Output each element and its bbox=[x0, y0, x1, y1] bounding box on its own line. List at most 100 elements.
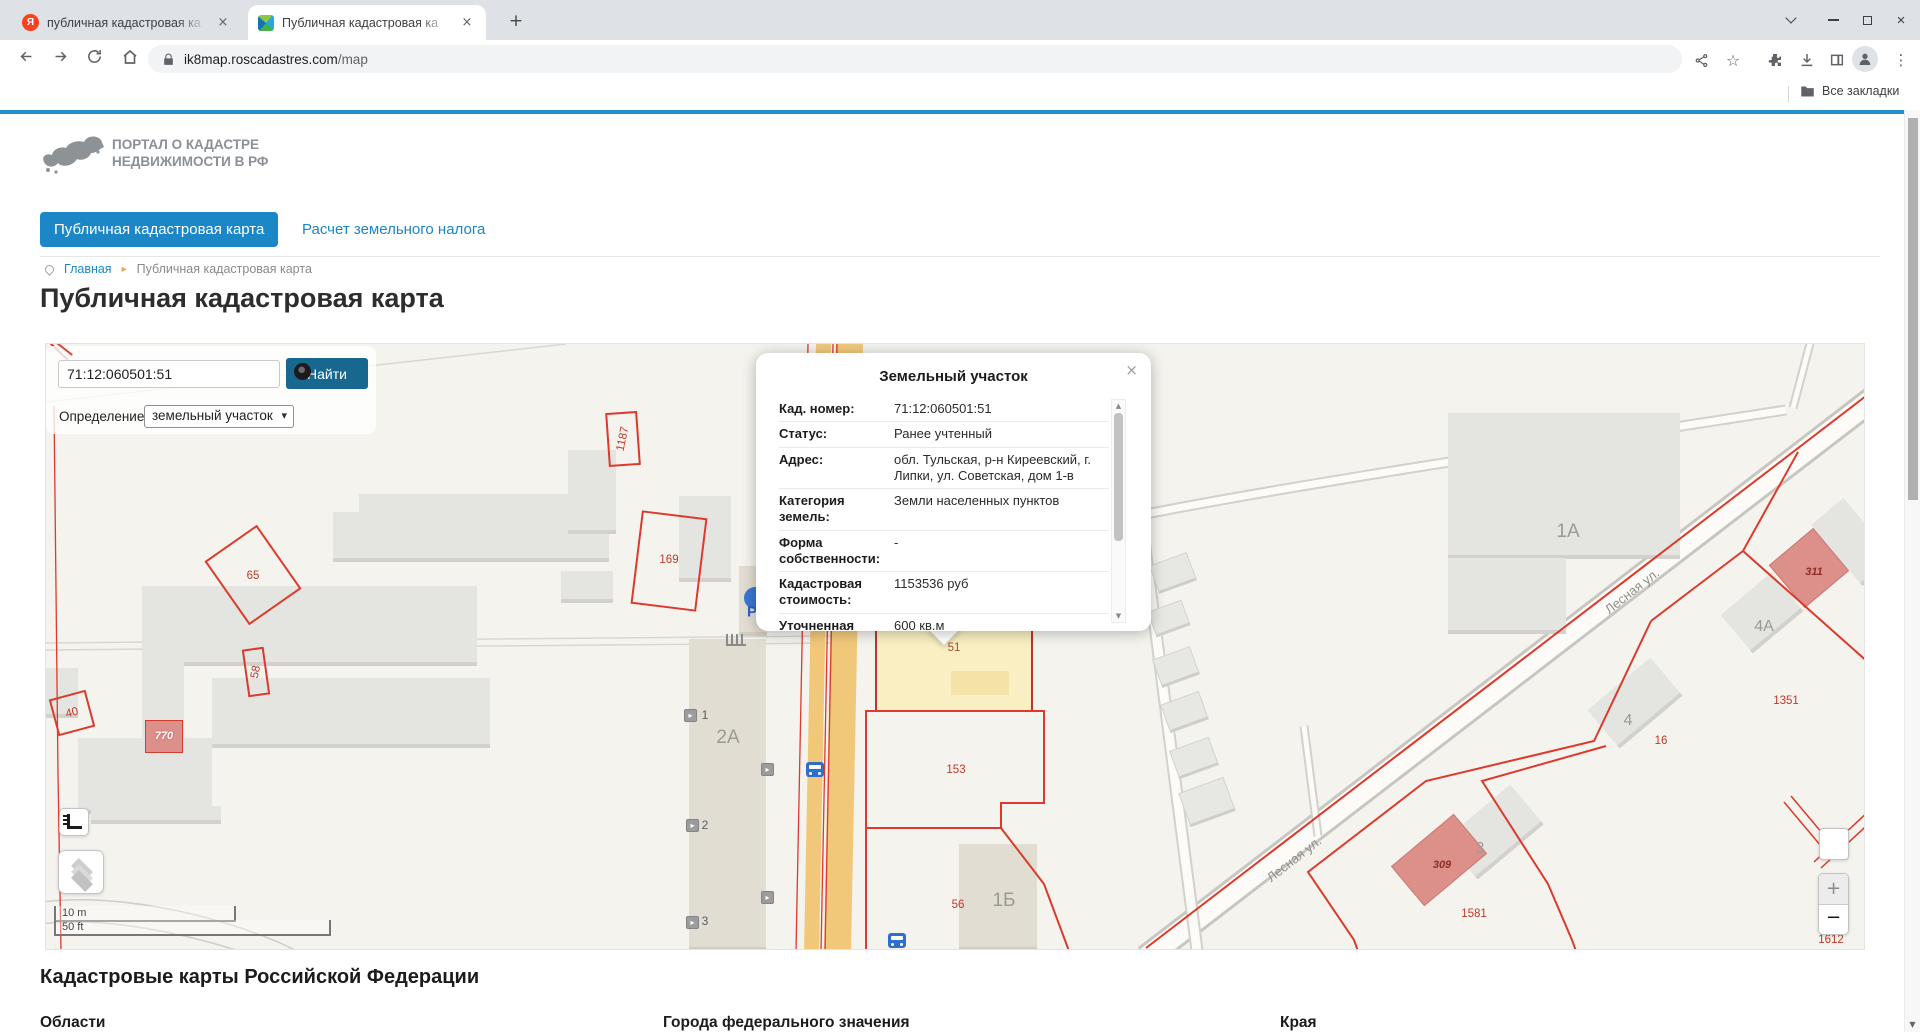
bookmark-star-icon[interactable]: ☆ bbox=[1722, 49, 1744, 71]
scale-imperial: 50 ft bbox=[54, 920, 331, 936]
popup-row: Статус:Ранее учтенный bbox=[779, 422, 1109, 447]
forward-icon[interactable] bbox=[48, 48, 72, 72]
zoom-out-button[interactable]: − bbox=[1819, 905, 1848, 935]
share-icon[interactable] bbox=[1690, 49, 1712, 71]
map-zoom-control: + − bbox=[1818, 873, 1849, 935]
map-label: 65 bbox=[247, 570, 260, 582]
entrance-marker-icon: ▸ bbox=[761, 763, 774, 776]
home-icon[interactable] bbox=[118, 48, 142, 72]
popup-row: Уточненная площадь:600 кв.м bbox=[779, 614, 1109, 632]
map-label: 169 bbox=[659, 554, 678, 566]
address-bar[interactable]: ik8map.roscadastres.com/map bbox=[148, 45, 1682, 73]
bus-stop-icon bbox=[806, 762, 824, 777]
divider bbox=[1788, 86, 1789, 102]
bookmarks-bar: Все закладки bbox=[0, 78, 1920, 110]
map-label: 56 bbox=[952, 899, 965, 911]
popup-scrollbar[interactable]: ▲ ▼ bbox=[1111, 399, 1126, 623]
popup-row-label: Кад. номер: bbox=[779, 401, 894, 417]
back-icon[interactable] bbox=[14, 48, 38, 72]
map-label: 311 bbox=[1805, 566, 1823, 578]
breadcrumb-home[interactable]: Главная bbox=[64, 262, 112, 276]
scrollbar-thumb[interactable] bbox=[1908, 118, 1918, 500]
roscadastr-favicon-icon bbox=[258, 15, 274, 31]
popup-row-label: Адрес: bbox=[779, 452, 894, 485]
breadcrumb: Главная ▸ Публичная кадастровая карта bbox=[45, 260, 312, 278]
map-label: 51 bbox=[948, 642, 961, 654]
entrance-marker-icon: ▸ bbox=[686, 819, 699, 832]
tab-close-icon[interactable]: × bbox=[458, 15, 476, 30]
side-panel-icon[interactable] bbox=[1826, 49, 1848, 71]
url-text: ik8map.roscadastres.com/map bbox=[184, 52, 368, 67]
all-bookmarks-button[interactable]: Все закладки bbox=[1800, 84, 1899, 98]
map-label: 770 bbox=[155, 730, 173, 742]
popup-row-value: 600 кв.м bbox=[894, 618, 944, 632]
page-scrollbar[interactable]: ▼ bbox=[1904, 110, 1920, 1032]
map-label: 4А bbox=[1754, 618, 1774, 636]
footer-column-oblasti: Области bbox=[40, 1014, 105, 1032]
measure-tool-button[interactable] bbox=[59, 808, 89, 836]
map-scale: 10 m 50 ft bbox=[54, 906, 331, 936]
scroll-down-icon[interactable]: ▼ bbox=[1112, 612, 1125, 620]
tab-close-icon[interactable]: × bbox=[214, 15, 232, 30]
window-restore-button[interactable] bbox=[1858, 12, 1876, 28]
footer-column-federal-cities: Города федерального значения bbox=[663, 1014, 910, 1032]
site-logo-russia-map-icon bbox=[40, 130, 106, 183]
map-label: 3 bbox=[1476, 840, 1485, 858]
popup-row-label: Уточненная площадь: bbox=[779, 618, 894, 632]
popup-row: Кад. номер:71:12:060501:51 bbox=[779, 397, 1109, 422]
reload-icon[interactable] bbox=[82, 48, 106, 72]
close-icon[interactable]: × bbox=[1125, 361, 1138, 379]
lock-icon bbox=[162, 53, 175, 66]
bus-stop-icon bbox=[888, 933, 906, 948]
breadcrumb-current: Публичная кадастровая карта bbox=[137, 262, 312, 276]
zoom-in-button[interactable]: + bbox=[1819, 874, 1848, 905]
scroll-down-icon[interactable]: ▼ bbox=[1905, 1020, 1920, 1029]
map-label: 1Б bbox=[992, 890, 1015, 912]
map-label: 4 bbox=[1624, 712, 1633, 730]
download-icon[interactable] bbox=[1796, 49, 1818, 71]
popup-row-value: 1153536 руб bbox=[894, 576, 968, 609]
tab-land-tax-calc[interactable]: Расчет земельного налога bbox=[302, 221, 485, 238]
map-label: 1А bbox=[1556, 521, 1579, 543]
footer-column-kraya: Края bbox=[1280, 1014, 1317, 1032]
popup-row: Кадастровая стоимость:1153536 руб bbox=[779, 572, 1109, 614]
scrollbar-thumb[interactable] bbox=[1114, 413, 1123, 541]
tab-public-cadastral-map[interactable]: Публичная кадастровая карта bbox=[40, 212, 278, 247]
popup-row: Адрес:обл. Тульская, р-н Киреевский, г. … bbox=[779, 448, 1109, 490]
scroll-up-icon[interactable]: ▲ bbox=[1112, 402, 1125, 410]
browser-tab-active[interactable]: Публичная кадастровая ка × bbox=[248, 5, 486, 40]
tab-title: публичная кадастровая ка bbox=[47, 16, 206, 30]
popup-row-value: обл. Тульская, р-н Киреевский, г. Липки,… bbox=[894, 452, 1109, 485]
cadastral-number-input[interactable] bbox=[58, 360, 280, 388]
popup-row-value: Ранее учтенный bbox=[894, 426, 992, 442]
window-minimize-button[interactable] bbox=[1824, 12, 1842, 28]
map-label: 153 bbox=[946, 764, 965, 776]
window-menu-icon[interactable] bbox=[1782, 12, 1800, 28]
map[interactable]: ▸ ▸ ▸ ▸ ▸ 655840770118716951153561613511… bbox=[45, 343, 1865, 950]
map-label: 1 bbox=[702, 708, 709, 722]
footer-heading: Кадастровые карты Российской Федерации bbox=[40, 966, 479, 989]
yandex-favicon-icon: Я bbox=[22, 14, 39, 31]
window-close-button[interactable]: × bbox=[1892, 12, 1910, 28]
tab-title: Публичная кадастровая ка bbox=[282, 16, 450, 30]
profile-avatar[interactable] bbox=[1852, 46, 1878, 72]
mouse-cursor bbox=[294, 363, 311, 380]
pin-icon bbox=[43, 263, 56, 276]
entrance-marker-icon: ▸ bbox=[686, 916, 699, 929]
browser-menu-kebab-icon[interactable]: ⋮ bbox=[1890, 49, 1912, 71]
new-tab-button[interactable]: + bbox=[504, 10, 528, 34]
browser-toolbar: ik8map.roscadastres.com/map ☆ ⋮ bbox=[0, 40, 1920, 78]
map-extra-button[interactable] bbox=[1819, 828, 1849, 860]
popup-row: Форма собственности:- bbox=[779, 531, 1109, 573]
railway-crossing-icon bbox=[726, 634, 746, 646]
map-label: 16 bbox=[1655, 735, 1668, 747]
map-label: 2 bbox=[702, 818, 709, 832]
layers-button[interactable] bbox=[58, 850, 104, 894]
popup-row-value: 71:12:060501:51 bbox=[894, 401, 992, 417]
entrance-marker-icon: ▸ bbox=[684, 709, 697, 722]
map-label: 3 bbox=[702, 914, 709, 928]
browser-tab-inactive[interactable]: Я публичная кадастровая ка × bbox=[12, 5, 242, 40]
map-label: 2А bbox=[716, 727, 739, 749]
object-type-select[interactable]: земельный участок ▾ bbox=[144, 405, 294, 428]
extensions-puzzle-icon[interactable] bbox=[1764, 49, 1786, 71]
